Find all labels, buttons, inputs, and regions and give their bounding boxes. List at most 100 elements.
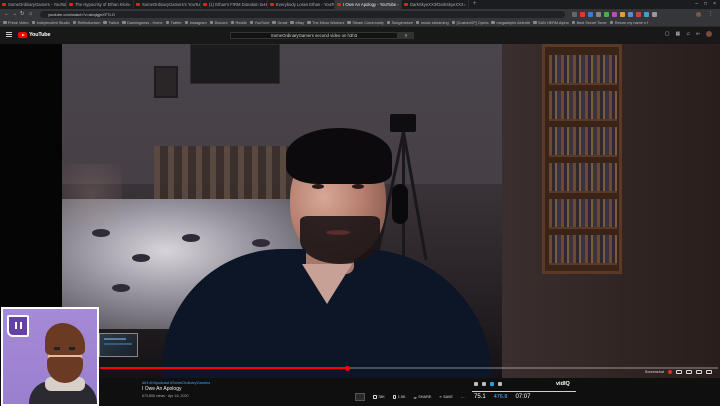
bookmark-item[interactable]: Twitch xyxy=(103,21,119,25)
extension-icon[interactable] xyxy=(652,11,657,17)
address-bar[interactable]: youtube.com/watch?v=abqtgjnXF7LO xyxy=(40,10,565,18)
bookmark-item[interactable]: [CustomXP] Opera xyxy=(451,20,489,25)
bookmark-favicon-icon xyxy=(230,20,235,25)
browser-tab[interactable]: SomeOrdinaryGamers's YouTube × xyxy=(134,0,201,9)
apps-grid-icon[interactable]: ▦ xyxy=(676,31,681,37)
extension-icon[interactable] xyxy=(612,11,617,17)
extension-icon[interactable] xyxy=(604,11,609,17)
tab-close-icon[interactable]: × xyxy=(129,0,131,9)
browser-tab[interactable]: DarkSkyeXX3/DarkSkyeXX3 × xyxy=(402,0,469,9)
extension-icon[interactable] xyxy=(588,11,593,17)
browser-tab[interactable]: Everybody Loses Ethan - YouTube × xyxy=(268,0,335,9)
dislike-count: 1.5K xyxy=(397,395,406,399)
account-avatar[interactable] xyxy=(706,31,712,37)
settings-gear-icon[interactable] xyxy=(676,370,682,374)
bookmark-item[interactable]: Reflectionism xyxy=(72,20,101,25)
browser-tab[interactable]: (1) Ethan's FIRM Donation to H3 × xyxy=(201,0,268,9)
overlay-icon[interactable] xyxy=(482,382,486,386)
extension-icon[interactable] xyxy=(596,11,601,17)
twitter-icon[interactable] xyxy=(490,382,494,386)
video-progress-bar[interactable] xyxy=(100,365,718,371)
bookmark-item[interactable]: Gmail xyxy=(272,21,287,25)
extension-icon[interactable] xyxy=(636,11,641,17)
browser-tab[interactable]: I Owe An Apology - YouTube × xyxy=(335,0,402,9)
bookmark-item[interactable]: YouTube xyxy=(249,21,269,25)
bookmark-item[interactable]: Steam Community xyxy=(347,21,384,25)
share-label: SHARE xyxy=(418,395,432,399)
video-hashtags[interactable]: #h3 #h3podcast #SomeOrdinaryGamers xyxy=(142,381,210,385)
save-button[interactable]: ≡ SAVE xyxy=(439,395,453,399)
bookmark-item[interactable]: Best Secret Toner xyxy=(571,21,607,25)
extension-icon[interactable] xyxy=(644,11,649,17)
bookmark-label: Twitch xyxy=(108,20,120,25)
bookmark-label: Reflectionism xyxy=(77,20,101,25)
bookmark-item[interactable]: Return my name n f xyxy=(609,20,649,25)
progress-fill xyxy=(100,367,348,369)
overlay-icon[interactable] xyxy=(498,382,502,386)
miniplayer-icon[interactable] xyxy=(686,370,692,374)
like-button[interactable]: 78K xyxy=(373,395,385,399)
tab-close-icon[interactable]: × xyxy=(62,0,64,9)
bookmark-label: The Minor Warriors xyxy=(312,20,345,25)
tab-close-icon[interactable]: × xyxy=(464,0,466,9)
bookmark-item[interactable]: Twitter xyxy=(165,21,182,25)
create-video-icon[interactable]: ▢ xyxy=(665,31,670,37)
bookmark-item[interactable]: megadeplet Aldenth xyxy=(491,21,530,25)
bookmark-favicon-icon xyxy=(307,20,311,25)
bookmark-item[interactable]: Reddit xyxy=(230,20,247,25)
search-input[interactable]: SomeOrdinaryGamers second video on h3h3 xyxy=(230,32,398,39)
extension-icon[interactable] xyxy=(620,11,625,17)
bookmark-item[interactable]: The Minor Warriors xyxy=(307,21,344,25)
profile-avatar[interactable] xyxy=(696,11,701,17)
bookmark-item[interactable]: Instagram xyxy=(184,21,207,25)
bookmark-label: Return my name n f xyxy=(614,20,649,25)
close-window-icon[interactable]: × xyxy=(713,0,716,9)
theater-mode-icon[interactable] xyxy=(696,370,702,374)
share-button[interactable]: ➦ SHARE xyxy=(414,395,432,400)
dark-mode-toggle-icon[interactable] xyxy=(355,393,365,401)
tab-close-icon[interactable]: × xyxy=(263,0,265,9)
browser-menu-icon[interactable]: ⋮ xyxy=(708,10,714,18)
browser-tab[interactable]: The Hypocrisy of Ethan Klein × xyxy=(67,0,134,9)
bookmark-label: Independent Studio xyxy=(36,20,70,25)
save-label: SAVE xyxy=(443,395,453,399)
extension-icon[interactable] xyxy=(580,11,585,17)
browser-tab[interactable]: SomeOrdinaryGamers - YouTube × xyxy=(0,0,67,9)
minimize-icon[interactable]: – xyxy=(695,0,698,9)
youtube-logo[interactable]: YouTube xyxy=(18,32,51,38)
tab-close-icon[interactable]: × xyxy=(330,0,332,9)
search-button[interactable]: ⚲ xyxy=(398,32,414,39)
overlay-icon[interactable] xyxy=(474,382,478,386)
bookmark-item[interactable]: Independent Studio xyxy=(31,20,70,25)
bookmark-item[interactable]: SAN HERM Alpha xyxy=(533,21,569,25)
back-icon[interactable]: ← xyxy=(4,10,10,18)
progress-scrubber[interactable] xyxy=(344,365,350,371)
video-player[interactable] xyxy=(0,44,720,378)
more-actions-icon[interactable]: ⋯ xyxy=(461,395,465,400)
new-tab-icon[interactable]: + xyxy=(469,0,477,9)
bookmark-item[interactable]: music streaming xyxy=(415,21,449,25)
hamburger-menu-icon[interactable] xyxy=(6,32,12,37)
reload-icon[interactable]: ↻ xyxy=(20,10,25,18)
fullscreen-icon[interactable] xyxy=(706,370,712,374)
maximize-icon[interactable]: □ xyxy=(704,0,707,9)
bookmark-item[interactable]: Subgenesee xyxy=(386,21,413,25)
vidiq-logo[interactable]: vidIQ xyxy=(556,381,570,387)
bookmark-item[interactable]: Prime Video xyxy=(3,21,29,25)
bookmark-star-icon[interactable] xyxy=(572,11,577,17)
miniplayer-thumbnail[interactable] xyxy=(99,333,138,357)
youtube-logo-text: YouTube xyxy=(29,32,51,38)
tab-close-icon[interactable]: × xyxy=(397,0,399,9)
bookmark-item[interactable]: eBay xyxy=(290,21,304,25)
bookmark-item[interactable]: Discord xyxy=(209,21,228,25)
extension-icon[interactable] xyxy=(628,11,633,17)
dislike-button[interactable]: 1.5K xyxy=(392,395,406,399)
tab-close-icon[interactable]: × xyxy=(196,0,198,9)
home-icon[interactable]: ⌂ xyxy=(29,10,32,18)
forward-icon[interactable]: → xyxy=(12,10,18,18)
tab-label: The Hypocrisy of Ethan Klein xyxy=(75,2,129,7)
bookmark-item[interactable]: Dashingness - Home xyxy=(122,21,163,25)
bookmark-label: [CustomXP] Opera xyxy=(456,20,489,25)
notifications-bell-icon[interactable]: ♫ xyxy=(686,31,690,37)
video-frame[interactable] xyxy=(62,44,720,378)
